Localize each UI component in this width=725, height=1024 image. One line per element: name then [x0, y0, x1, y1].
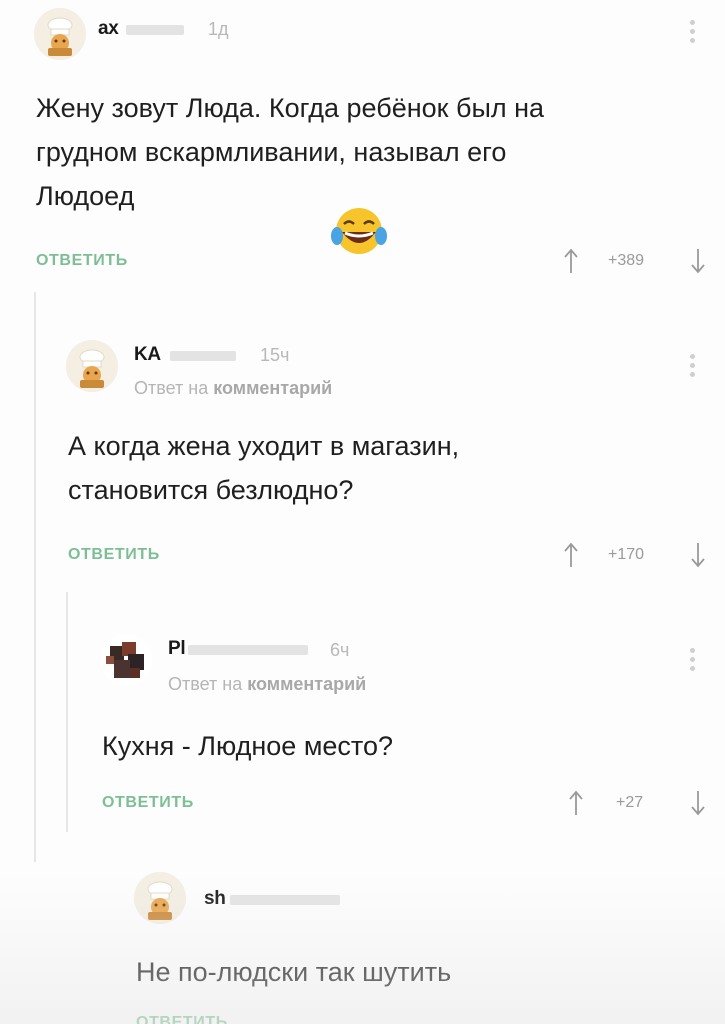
comment-4-username[interactable]: sh	[204, 888, 226, 910]
comment-3-reply-button[interactable]: ОТВЕТИТЬ	[102, 794, 194, 812]
comments-screen: ax 1д Жену зовут Люда. Когда ребёнок был…	[0, 0, 725, 1024]
comment-1-score: +389	[608, 252, 645, 269]
comment-3-text: Кухня - Людное место?	[102, 724, 393, 768]
arrow-up-icon[interactable]	[568, 790, 584, 816]
comment-2-text-line-2: становится безлюдно?	[68, 475, 354, 505]
comment-4-reply-button[interactable]: ОТВЕТИТЬ	[136, 1014, 228, 1024]
arrow-down-icon[interactable]	[690, 542, 706, 568]
comment-1-reply-button[interactable]: ОТВЕТИТЬ	[36, 252, 128, 270]
comment-4-text: Не по-людски так шутить	[136, 950, 451, 994]
comment-2: KA 15ч Ответ на комментарий А когда жена…	[0, 290, 725, 590]
chef-avatar-icon[interactable]	[34, 8, 86, 60]
comment-3-time: 6ч	[330, 640, 350, 660]
comment-3-reply-to: Ответ на комментарий	[168, 674, 366, 695]
reply-to-link[interactable]: комментарий	[213, 378, 332, 398]
comment-2-time: 15ч	[260, 345, 290, 365]
comment-3-text-line-1: Кухня - Людное место?	[102, 731, 394, 761]
more-vertical-icon[interactable]	[690, 648, 696, 674]
comment-1-text: Жену зовут Люда. Когда ребёнок был на гр…	[36, 86, 544, 218]
chef-avatar-icon[interactable]	[66, 340, 118, 392]
arrow-up-icon[interactable]	[563, 542, 579, 568]
username-redaction	[170, 351, 236, 361]
comment-1-time: 1д	[208, 19, 229, 39]
username-redaction	[188, 645, 308, 655]
comment-2-reply-button[interactable]: ОТВЕТИТЬ	[68, 546, 160, 564]
comment-2-text: А когда жена уходит в магазин, становитс…	[68, 424, 459, 512]
more-vertical-icon[interactable]	[690, 354, 696, 380]
username-redaction	[126, 25, 184, 35]
arrow-down-icon[interactable]	[690, 790, 706, 816]
comment-1: ax 1д Жену зовут Люда. Когда ребёнок был…	[0, 0, 725, 290]
reply-to-prefix: Ответ на	[134, 378, 209, 398]
comment-4: sh Не по-людски так шутить ОТВЕТИТЬ	[0, 850, 725, 1024]
comment-4-text-line-1: Не по-людски так шутить	[136, 957, 452, 987]
laughing-emoji-icon	[330, 206, 388, 261]
comment-2-score: +170	[608, 546, 645, 563]
arrow-down-icon[interactable]	[690, 248, 706, 274]
comment-1-text-line-1: Жену зовут Люда. Когда ребёнок был на	[36, 93, 545, 123]
comment-3-score: +27	[616, 794, 644, 811]
user-photo-avatar[interactable]	[100, 634, 152, 686]
comment-2-text-line-1: А когда жена уходит в магазин,	[68, 431, 460, 461]
comment-2-reply-to: Ответ на комментарий	[134, 378, 332, 399]
comment-3: Pl 6ч Ответ на комментарий Кухня - Людно…	[0, 590, 725, 850]
username-redaction	[230, 895, 340, 905]
comment-1-text-line-2: грудном вскармливании, называл его	[36, 137, 507, 167]
more-vertical-icon[interactable]	[690, 20, 696, 46]
chef-avatar-icon[interactable]	[134, 872, 186, 924]
arrow-up-icon[interactable]	[563, 248, 579, 274]
comment-1-text-line-3: Людоед	[36, 181, 135, 211]
reply-to-link[interactable]: комментарий	[247, 674, 366, 694]
comment-2-username[interactable]: KA	[134, 344, 161, 366]
reply-to-prefix: Ответ на	[168, 674, 243, 694]
comment-3-username[interactable]: Pl	[168, 638, 186, 660]
comment-1-username[interactable]: ax	[98, 18, 119, 40]
